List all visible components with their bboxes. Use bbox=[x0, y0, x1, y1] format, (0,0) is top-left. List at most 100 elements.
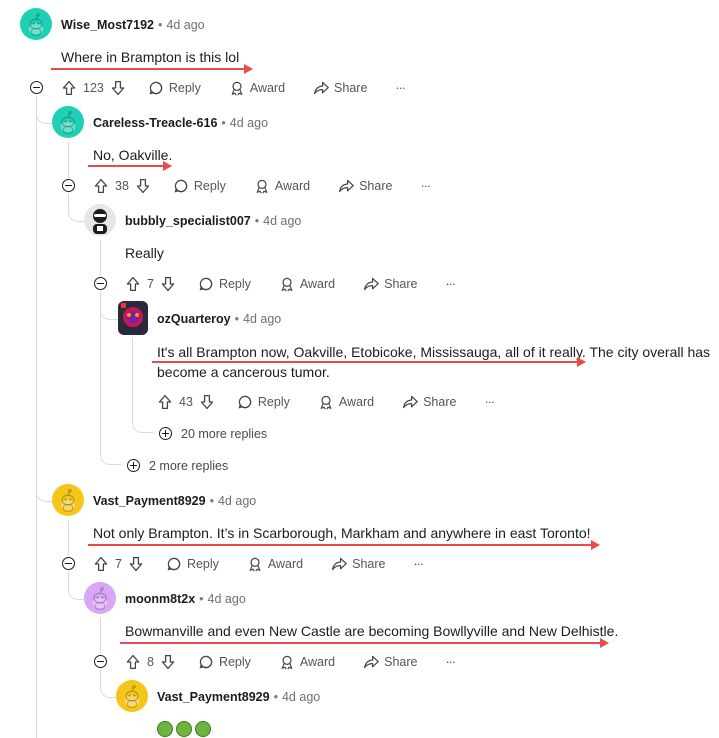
award-button[interactable]: Award bbox=[229, 80, 285, 96]
share-button[interactable]: Share bbox=[338, 178, 392, 194]
downvote-icon[interactable] bbox=[128, 556, 144, 572]
avatar[interactable] bbox=[20, 8, 52, 40]
award-icon bbox=[254, 178, 270, 194]
vote-group: 38 bbox=[93, 178, 151, 194]
avatar[interactable] bbox=[52, 484, 84, 516]
award-icon bbox=[229, 80, 245, 96]
share-button[interactable]: Share bbox=[402, 394, 456, 410]
nauseated-face-emoji bbox=[157, 721, 173, 737]
downvote-icon[interactable] bbox=[160, 276, 176, 292]
username[interactable]: Vast_Payment8929 bbox=[93, 494, 206, 508]
vote-count: 8 bbox=[147, 655, 154, 669]
upvote-icon[interactable] bbox=[93, 556, 109, 572]
expand-icon[interactable] bbox=[159, 427, 172, 440]
reply-label: Reply bbox=[218, 277, 251, 291]
share-button[interactable]: Share bbox=[313, 80, 367, 96]
comment-body: Really bbox=[125, 245, 164, 261]
timestamp[interactable]: 4d ago bbox=[218, 494, 256, 508]
downvote-icon[interactable] bbox=[135, 178, 151, 194]
upvote-icon[interactable] bbox=[61, 80, 77, 96]
reply-button[interactable]: Reply bbox=[173, 178, 226, 194]
share-label: Share bbox=[352, 557, 386, 571]
timestamp[interactable]: 4d ago bbox=[230, 116, 268, 130]
vote-group: 7 bbox=[125, 276, 176, 292]
award-button[interactable]: Award bbox=[279, 654, 335, 670]
avatar[interactable] bbox=[116, 680, 148, 712]
reply-label: Reply bbox=[168, 81, 201, 95]
downvote-icon[interactable] bbox=[160, 654, 176, 670]
more-options-icon[interactable]: ··· bbox=[446, 277, 456, 291]
avatar[interactable] bbox=[52, 106, 84, 138]
reply-icon bbox=[237, 394, 253, 410]
avatar[interactable] bbox=[84, 582, 116, 614]
share-icon bbox=[363, 276, 379, 292]
timestamp[interactable]: 4d ago bbox=[166, 18, 204, 32]
share-button[interactable]: Share bbox=[331, 556, 386, 572]
reply-label: Reply bbox=[218, 655, 251, 669]
more-replies-link[interactable]: 20 more replies bbox=[181, 427, 267, 441]
annotation-arrow bbox=[152, 357, 586, 367]
reply-icon bbox=[198, 654, 214, 670]
separator: • bbox=[273, 690, 278, 704]
comment-body: Bowmanville and even New Castle are beco… bbox=[125, 623, 619, 639]
reply-button[interactable]: Reply bbox=[237, 394, 290, 410]
username[interactable]: ozQuarteroy bbox=[157, 312, 231, 326]
timestamp[interactable]: 4d ago bbox=[282, 690, 320, 704]
thread-line bbox=[68, 142, 69, 178]
username[interactable]: Vast_Payment8929 bbox=[157, 690, 270, 704]
downvote-icon[interactable] bbox=[110, 80, 126, 96]
username[interactable]: Wise_Most7192 bbox=[61, 18, 154, 32]
thread-line bbox=[132, 338, 133, 394]
expand-icon[interactable] bbox=[127, 459, 140, 472]
username[interactable]: moonm8t2x bbox=[125, 592, 195, 606]
reply-button[interactable]: Reply bbox=[198, 276, 251, 292]
award-button[interactable]: Award bbox=[247, 556, 303, 572]
collapse-icon[interactable] bbox=[62, 557, 75, 570]
more-options-icon[interactable]: ··· bbox=[484, 395, 494, 409]
thread-line bbox=[36, 96, 37, 738]
upvote-icon[interactable] bbox=[93, 178, 109, 194]
timestamp[interactable]: 4d ago bbox=[243, 312, 281, 326]
collapse-icon[interactable] bbox=[94, 655, 107, 668]
share-label: Share bbox=[359, 179, 393, 193]
more-options-icon[interactable]: ··· bbox=[395, 81, 405, 95]
comment-meta: moonm8t2x • 4d ago bbox=[125, 590, 246, 608]
timestamp[interactable]: 4d ago bbox=[263, 214, 301, 228]
downvote-icon[interactable] bbox=[199, 394, 215, 410]
more-replies-link[interactable]: 2 more replies bbox=[149, 459, 228, 473]
vote-group: 123 bbox=[61, 80, 126, 96]
collapse-icon[interactable] bbox=[62, 179, 75, 192]
vote-count: 7 bbox=[147, 277, 154, 291]
comment-actions: 38 Reply Award Share ··· bbox=[93, 175, 431, 197]
collapse-icon[interactable] bbox=[30, 81, 43, 94]
timestamp[interactable]: 4d ago bbox=[208, 592, 246, 606]
thread-connector bbox=[132, 394, 154, 433]
username[interactable]: bubbly_specialist007 bbox=[125, 214, 251, 228]
award-button[interactable]: Award bbox=[254, 178, 310, 194]
reply-button[interactable]: Reply bbox=[198, 654, 251, 670]
nauseated-face-emoji bbox=[195, 721, 211, 737]
award-button[interactable]: Award bbox=[279, 276, 335, 292]
annotation-arrow bbox=[88, 540, 600, 550]
share-button[interactable]: Share bbox=[363, 654, 418, 670]
upvote-icon[interactable] bbox=[125, 654, 141, 670]
comment-meta: ozQuarteroy • 4d ago bbox=[157, 310, 281, 328]
avatar[interactable] bbox=[84, 204, 116, 236]
upvote-icon[interactable] bbox=[157, 394, 173, 410]
collapse-icon[interactable] bbox=[94, 277, 107, 290]
reply-button[interactable]: Reply bbox=[166, 556, 219, 572]
share-icon bbox=[338, 178, 354, 194]
comment-actions: 7 Reply Award Share ··· bbox=[125, 273, 456, 295]
upvote-icon[interactable] bbox=[125, 276, 141, 292]
award-button[interactable]: Award bbox=[318, 394, 374, 410]
reply-button[interactable]: Reply bbox=[148, 80, 201, 96]
more-options-icon[interactable]: ··· bbox=[420, 179, 430, 193]
annotation-arrow bbox=[120, 638, 609, 648]
more-options-icon[interactable]: ··· bbox=[414, 557, 424, 571]
share-button[interactable]: Share bbox=[363, 276, 418, 292]
vote-count: 43 bbox=[179, 395, 193, 409]
award-icon bbox=[318, 394, 334, 410]
avatar[interactable] bbox=[118, 301, 148, 335]
more-options-icon[interactable]: ··· bbox=[446, 655, 456, 669]
username[interactable]: Careless-Treacle-616 bbox=[93, 116, 217, 130]
